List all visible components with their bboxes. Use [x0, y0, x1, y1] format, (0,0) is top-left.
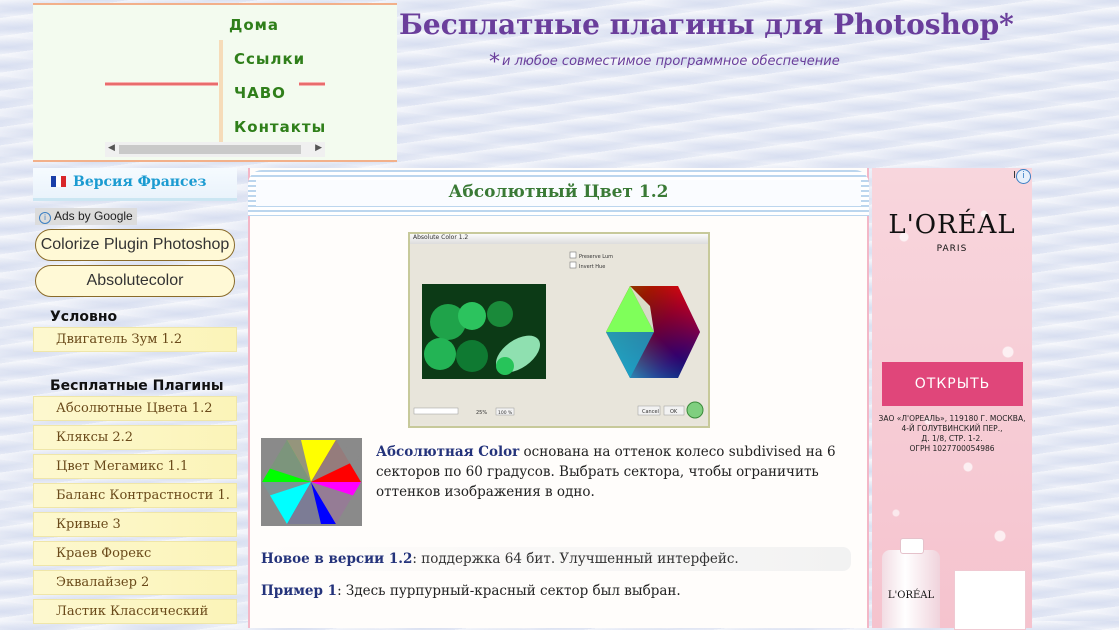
nav-decoration-bar	[299, 82, 325, 86]
whats-new-text: : поддержка 64 бит. Улучшенный интерфейс…	[412, 551, 739, 567]
sidebar-item-zoom-engine[interactable]: Двигатель Зум 1.2	[33, 327, 237, 352]
hue-wheel-image	[261, 438, 362, 526]
sidebar-item-edges-fx[interactable]: Краев Форекс	[33, 541, 237, 566]
scroll-left-icon[interactable]: ◀	[108, 143, 115, 153]
ad-product-bottle: L'ORÉAL	[882, 538, 940, 628]
whats-new-line: Новое в версии 1.2: поддержка 64 бит. Ул…	[261, 547, 851, 571]
ad-product-pad	[954, 570, 1026, 630]
sidebar-item-absolute-color[interactable]: Абсолютные Цвета 1.2	[33, 396, 237, 421]
zoom-readout: 25%	[476, 410, 487, 416]
sidebar-item-color-megamix[interactable]: Цвет Мегамикс 1.1	[33, 454, 237, 479]
nav-divider	[219, 40, 223, 142]
site-subtitle: * и любое совместимое программное обеспеч…	[489, 50, 840, 75]
ad-open-button[interactable]: ОТКРЫТЬ	[882, 362, 1023, 406]
cancel-button-label: Cancel	[642, 409, 659, 415]
whats-new-label: Новое в версии 1.2	[261, 551, 413, 567]
left-sidebar: Версия Франсез i Ads by Google Colorize P…	[33, 168, 237, 628]
sidebar-item-curves[interactable]: Кривые 3	[33, 512, 237, 537]
ok-button-label: OK	[670, 409, 678, 415]
intro-paragraph: Абсолютная Color основана на оттенок кол…	[376, 442, 846, 502]
invert-hue-label: Invert Hue	[579, 264, 605, 270]
sidebar-section-free-plugins-title: Бесплатные Плагины	[50, 378, 224, 394]
scroll-right-icon[interactable]: ▶	[315, 143, 322, 153]
intro-product-name: Абсолютная Color	[376, 444, 520, 460]
top-navigation: Дома Ссылки ЧАВО Контакты ◀ ▶	[33, 3, 397, 162]
ad-legal-text: ЗАО «Л'ОРЕАЛЬ», 119180 Г. МОСКВА, 4-Й ГО…	[878, 414, 1026, 453]
ad-link-colorize-plugin[interactable]: Colorize Plugin Photoshop	[35, 229, 235, 261]
sidebar-item-equalizer[interactable]: Эквалайзер 2	[33, 570, 237, 595]
sidebar-section-shareware-title: Условно	[50, 309, 118, 325]
nav-horizontal-scrollbar[interactable]: ◀ ▶	[105, 142, 325, 157]
ads-by-google-label[interactable]: i Ads by Google	[35, 208, 137, 225]
sidebar-item-contrast-balance[interactable]: Баланс Контрастности 1.	[33, 483, 237, 508]
french-version-link[interactable]: Версия Франсез	[33, 168, 237, 201]
main-content: Абсолютный Цвет 1.2 Absolute Color 1.2 P…	[248, 168, 869, 628]
bottle-cap	[900, 538, 924, 554]
ad-brand-logo: L'ORÉAL	[888, 210, 1016, 240]
page-heading: Абсолютный Цвет 1.2	[448, 182, 669, 202]
ad-info-icon[interactable]: i	[1016, 169, 1031, 184]
info-icon: i	[39, 212, 51, 224]
ad-link-absolutecolor[interactable]: Absolutecolor	[35, 265, 235, 297]
screenshot-window-title: Absolute Color 1.2	[410, 234, 708, 244]
nav-contacts-link[interactable]: Контакты	[234, 118, 326, 136]
loreal-advertisement[interactable]: I i L'ORÉAL PARIS ОТКРЫТЬ ЗАО «Л'ОРЕАЛЬ»…	[872, 168, 1032, 630]
sidebar-item-classic-eraser[interactable]: Ластик Классический	[33, 599, 237, 624]
site-title: Бесплатные плагины для Photoshop*	[399, 8, 1014, 41]
ad-brand-city: PARIS	[936, 244, 968, 254]
asterisk-mark: *	[489, 50, 500, 75]
preserve-lum-label: Preserve Lum	[579, 254, 613, 260]
nav-home-link[interactable]: Дома	[229, 16, 279, 34]
nav-faq-link[interactable]: ЧАВО	[234, 84, 286, 102]
plugin-screenshot-graphic: Preserve Lum Invert Hue 25% 100 % Cancel…	[410, 244, 708, 424]
ads-by-google-text: Ads by Google	[54, 209, 133, 223]
plugin-screenshot: Absolute Color 1.2 Preserve Lum Invert H…	[408, 232, 710, 428]
scrollbar-thumb[interactable]	[119, 145, 301, 154]
example-1-label: Пример 1	[261, 583, 338, 599]
french-version-label: Версия Франсез	[73, 174, 207, 190]
bottle-label: L'ORÉAL	[887, 590, 935, 601]
nav-decoration-bar	[105, 82, 218, 86]
example-1-line: Пример 1: Здесь пурпурный-красный сектор…	[261, 583, 681, 599]
subtitle-text: и любое совместимое программное обеспече…	[502, 54, 840, 69]
nav-links-link[interactable]: Ссылки	[234, 50, 305, 68]
zoom-100-button: 100 %	[498, 410, 513, 416]
example-1-text: : Здесь пурпурный-красный сектор был выб…	[337, 583, 681, 599]
sidebar-item-blots[interactable]: Кляксы 2.2	[33, 425, 237, 450]
french-flag-icon	[51, 176, 66, 187]
